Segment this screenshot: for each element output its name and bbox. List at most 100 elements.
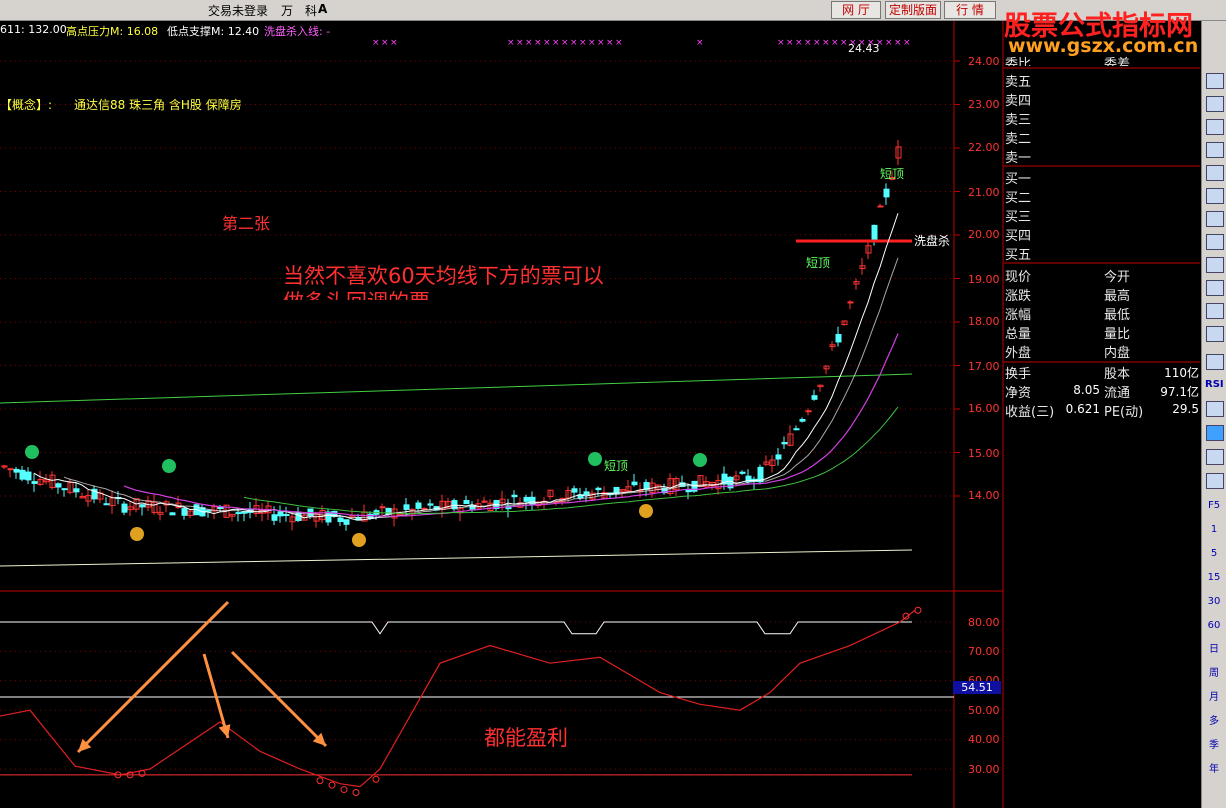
candle-body [781,441,788,445]
image-icon[interactable] [1206,473,1224,489]
login-status[interactable]: 交易未登录 [208,2,268,19]
period-day[interactable]: 日 [1205,641,1223,659]
top-label-2: 短顶 [806,256,831,270]
rsi-button[interactable]: RSI [1205,376,1224,394]
sell-4-label: 卖四 [1005,94,1032,109]
wash-x-marker: × [579,38,587,48]
candle-body [427,503,434,506]
menu-wan[interactable]: 万 [281,2,293,19]
wash-x-marker: × [840,38,848,48]
bar-icon[interactable] [1206,401,1224,417]
wash-x-marker: × [804,38,812,48]
wash-x-marker: × [390,38,398,48]
period-week[interactable]: 周 [1205,665,1223,683]
wash-x-marker: × [525,38,533,48]
hall-button[interactable]: 网 厅 [831,1,881,19]
f12-icon[interactable] [1206,280,1224,296]
sell-5-label: 卖五 [1005,75,1032,90]
calc-icon[interactable] [1206,257,1224,273]
circle-icon[interactable] [1206,326,1224,342]
price-tick: 15.00 [968,447,1000,460]
period-1[interactable]: 1 [1205,521,1223,539]
eps-value: 0.621 [1065,402,1100,416]
zoom-icon[interactable] [1206,303,1224,319]
custom-layout-button[interactable]: 定制版面 [885,1,941,19]
scroll-up-icon[interactable] [1206,73,1224,89]
price-tick: 20.00 [968,228,1000,241]
volume-label: 总量 [1005,327,1032,342]
buy-5-label: 买五 [1005,248,1032,263]
candle-body [121,503,128,513]
candle-body [811,395,818,400]
base-line [0,549,913,567]
wash-x-marker: × [813,38,821,48]
price-tick: 22.00 [968,141,1000,154]
wave-icon[interactable] [1206,354,1224,370]
candle-body [55,483,62,488]
period-30[interactable]: 30 [1205,593,1223,611]
line-icon[interactable] [1206,142,1224,158]
sell-1-label: 卖一 [1005,151,1032,166]
sub-indicator [0,606,954,797]
candle-body [7,468,14,471]
sub-current-value: 54.51 [953,681,1001,694]
period-60[interactable]: 60 [1205,617,1223,635]
period-f5[interactable]: F5 [1205,497,1223,515]
buy-3-label: 买三 [1005,210,1032,225]
candle-body [379,506,386,509]
annotation-arrow [230,650,328,748]
wash-x-marker: × [615,38,623,48]
period-month[interactable]: 月 [1205,689,1223,707]
high-value-label: 24.43 [848,42,880,55]
indicator-wash: 洗盘杀入线: - [264,25,331,38]
sub-tick: 50.00 [968,704,1000,717]
candle-body [139,504,146,508]
candle-body [415,502,422,509]
price-tick: 17.00 [968,360,1000,373]
outer-label: 外盘 [1005,346,1032,361]
quote-button[interactable]: 行 情 [944,1,996,19]
list-icon[interactable] [1206,165,1224,181]
grid-icon[interactable] [1206,119,1224,135]
wash-x-marker: × [822,38,830,48]
sub-top-line [0,621,912,635]
candle-body [511,494,518,498]
annotation-second: 第二张 [222,214,271,233]
concept-label: 【概念】: [0,98,53,112]
candle-body [871,224,878,241]
period-quarter[interactable]: 季 [1205,737,1223,755]
sell-2-label: 卖二 [1005,132,1032,147]
sub-signal-dot [372,775,380,783]
candle-body [103,503,110,506]
period-year[interactable]: 年 [1205,761,1223,779]
buy-signal-icon [693,453,707,467]
candle-body [235,512,242,515]
signal-markers: × × × × × × × × × × × × × × × × × × × × × × × × × × × × × × × × [25,38,911,547]
period-multi[interactable]: 多 [1205,713,1223,731]
ma20-line [123,333,899,518]
wash-x-marker: × [372,38,380,48]
buy-signal-icon [588,452,602,466]
volume-ratio-label: 量比 [1104,327,1131,342]
buy-signal-icon [162,459,176,473]
price-tick: 19.00 [968,273,1000,286]
period-15[interactable]: 15 [1205,569,1223,587]
price-tick: 21.00 [968,186,1000,199]
period-5[interactable]: 5 [1205,545,1223,563]
menu-ke[interactable]: 科 [305,2,317,19]
f10-icon[interactable] [1206,211,1224,227]
wash-x-marker: × [597,38,605,48]
frame-icon[interactable] [1206,449,1224,465]
doc-icon[interactable] [1206,234,1224,250]
price-tick: 14.00 [968,489,1000,502]
table-icon[interactable] [1206,188,1224,204]
move-icon[interactable] [1206,425,1224,441]
sub-tick: 70.00 [968,645,1000,658]
candle-body [421,507,428,510]
eps-label: 收益(三) [1005,405,1055,420]
chart-icon[interactable] [1206,96,1224,112]
wash-x-marker: × [381,38,389,48]
candle-body [571,488,578,493]
candle-body [337,517,344,523]
candlestick-series [1,139,902,531]
